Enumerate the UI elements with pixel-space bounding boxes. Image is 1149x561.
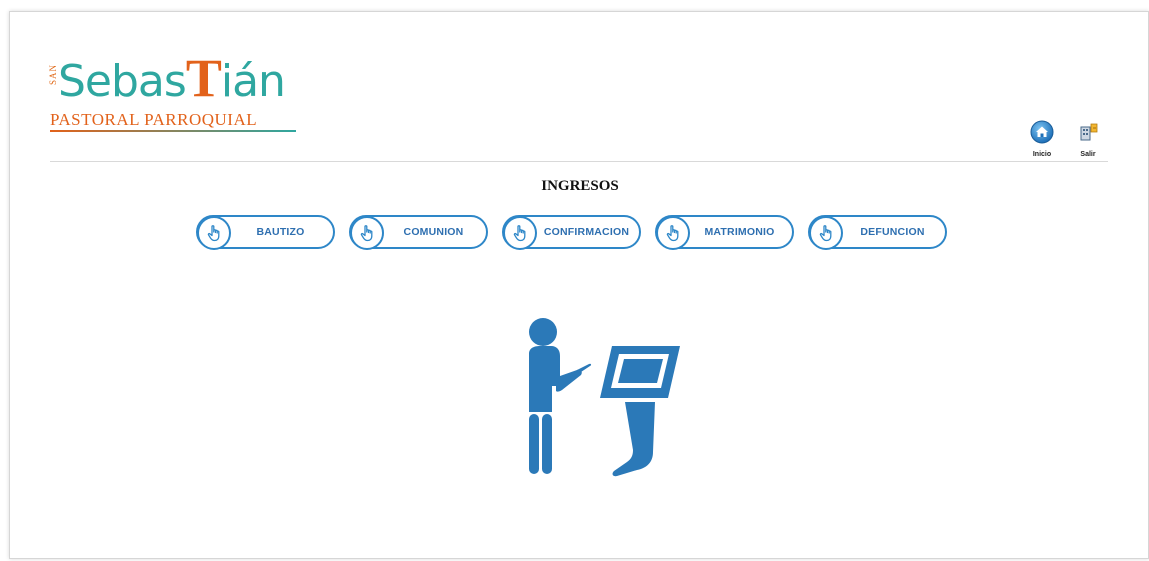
app-window: SAN SebasTián PASTORAL PARROQUIAL Inicio…	[9, 11, 1149, 559]
logo-name: SebasTián	[58, 51, 286, 107]
defuncion-button[interactable]: DEFUNCION	[808, 215, 947, 250]
hand-pointer-icon	[350, 216, 384, 250]
matrimonio-button[interactable]: MATRIMONIO	[655, 215, 794, 250]
matrimonio-label: MATRIMONIO	[704, 226, 775, 238]
bautizo-button[interactable]: BAUTIZO	[196, 215, 335, 250]
hand-pointer-icon	[656, 216, 690, 250]
defuncion-label: DEFUNCION	[860, 226, 925, 238]
comunion-button[interactable]: COMUNION	[349, 215, 488, 250]
exit-button[interactable]: Salir	[1074, 120, 1102, 158]
header-divider	[50, 161, 1108, 162]
confirmacion-button[interactable]: CONFIRMACION	[502, 215, 641, 250]
home-icon	[1030, 120, 1054, 149]
hand-pointer-icon	[809, 216, 843, 250]
record-type-buttons: BAUTIZO COMUNION CONFIRMACION MATRIMONIO…	[196, 215, 947, 250]
logo-vertical-text: SAN	[48, 64, 58, 86]
logo-name-accent: T	[185, 48, 222, 108]
logo-name-part1: Sebas	[58, 56, 187, 107]
header-actions: Inicio Salir	[1028, 120, 1102, 158]
logo-underline	[50, 130, 296, 132]
confirmacion-label: CONFIRMACION	[543, 226, 630, 238]
exit-label: Salir	[1080, 151, 1096, 158]
hand-pointer-icon	[197, 216, 231, 250]
comunion-label: COMUNION	[403, 226, 464, 238]
home-label: Inicio	[1032, 151, 1052, 158]
page-title: INGRESOS	[541, 178, 619, 194]
exit-icon	[1076, 120, 1100, 149]
home-button[interactable]: Inicio	[1028, 120, 1056, 158]
bautizo-label: BAUTIZO	[256, 226, 305, 238]
person-at-kiosk-icon	[515, 312, 685, 482]
logo-subtitle: PASTORAL PARROQUIAL	[50, 110, 258, 129]
logo-name-part2: ián	[220, 56, 286, 107]
hand-pointer-icon	[503, 216, 537, 250]
parish-logo: SAN SebasTián PASTORAL PARROQUIAL	[48, 48, 308, 138]
